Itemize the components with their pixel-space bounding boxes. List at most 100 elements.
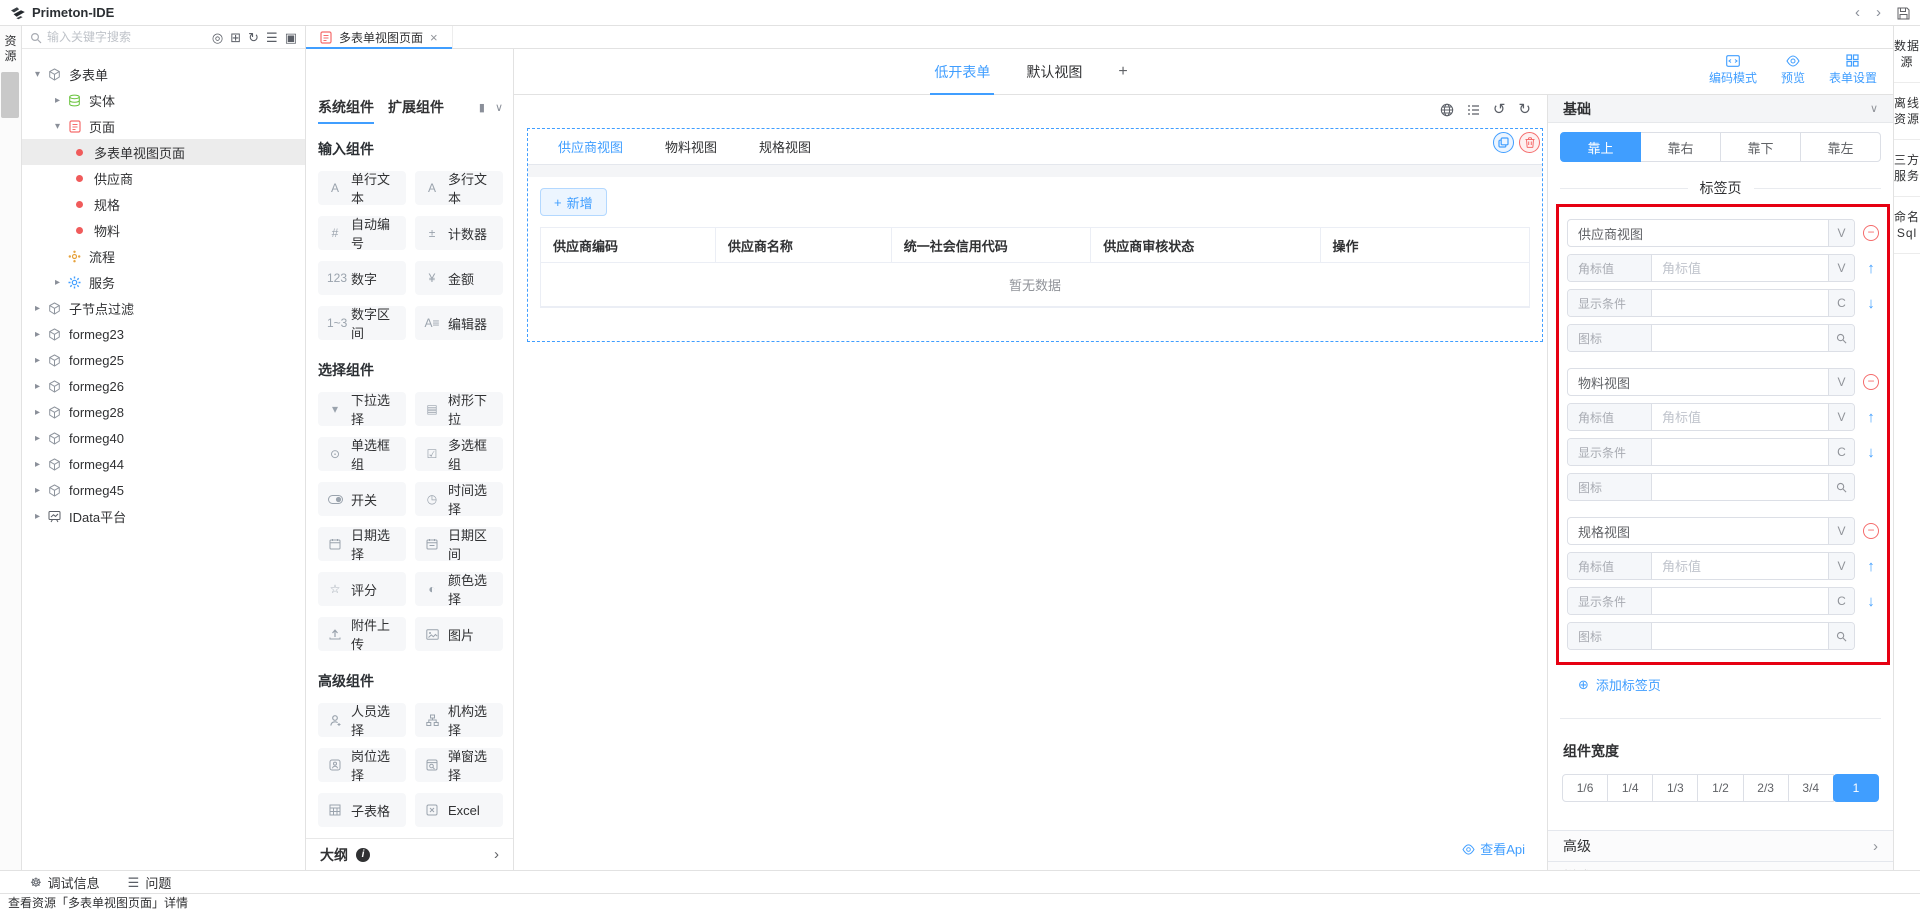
remove-tab-icon[interactable]: − bbox=[1863, 374, 1879, 390]
component-自动编号[interactable]: #自动编号 bbox=[318, 216, 406, 250]
component-机构选择[interactable]: 机构选择 bbox=[415, 703, 503, 737]
move-up-icon[interactable]: ↑ bbox=[1867, 409, 1875, 426]
tree-item-formeg44[interactable]: ▸formeg44 bbox=[22, 451, 305, 477]
tabs-widget-selected[interactable]: 供应商视图物料视图规格视图 + 新增 供应商编码供应商名称统一社会信用代码供应商… bbox=[527, 128, 1543, 342]
field-input[interactable] bbox=[1652, 325, 1828, 351]
field-input[interactable] bbox=[1652, 474, 1828, 500]
icon-search-button[interactable] bbox=[1828, 623, 1854, 649]
pin-icon[interactable]: ▮ bbox=[479, 101, 485, 114]
field-input[interactable] bbox=[1652, 439, 1828, 465]
palette-tab-系统组件[interactable]: 系统组件 bbox=[318, 97, 374, 117]
move-up-icon[interactable]: ↑ bbox=[1867, 260, 1875, 277]
refresh-icon[interactable]: ↻ bbox=[248, 31, 259, 44]
component-计数器[interactable]: ±计数器 bbox=[415, 216, 503, 250]
component-树形下拉[interactable]: ▤树形下拉 bbox=[415, 392, 503, 426]
component-人员选择[interactable]: 人员选择 bbox=[318, 703, 406, 737]
width-option-1/6[interactable]: 1/6 bbox=[1562, 774, 1608, 802]
condition-suffix-button[interactable]: C bbox=[1828, 588, 1854, 614]
field-input[interactable] bbox=[1652, 588, 1828, 614]
move-up-icon[interactable]: ↑ bbox=[1867, 558, 1875, 575]
move-down-icon[interactable]: ↓ bbox=[1867, 444, 1875, 461]
field-input[interactable] bbox=[1652, 290, 1828, 316]
component-评分[interactable]: ☆评分 bbox=[318, 572, 406, 606]
component-颜色选择[interactable]: ◐颜色选择 bbox=[415, 572, 503, 606]
variable-suffix-button[interactable]: V bbox=[1828, 220, 1854, 246]
tree-item-实体[interactable]: ▸实体 bbox=[22, 87, 305, 113]
component-图片[interactable]: 图片 bbox=[415, 617, 503, 651]
condition-suffix-button[interactable]: C bbox=[1828, 439, 1854, 465]
expander-closed-icon[interactable]: ▸ bbox=[30, 303, 45, 314]
field-input[interactable] bbox=[1652, 623, 1828, 649]
component-编辑器[interactable]: A≡编辑器 bbox=[415, 306, 503, 340]
basics-section-header[interactable]: 基础 ∨ bbox=[1548, 95, 1893, 123]
add-view-tab[interactable]: + bbox=[1118, 49, 1127, 95]
expander-closed-icon[interactable]: ▸ bbox=[30, 407, 45, 418]
expander-closed-icon[interactable]: ▸ bbox=[30, 381, 45, 392]
search-input[interactable] bbox=[47, 30, 207, 44]
copy-widget-button[interactable] bbox=[1493, 132, 1514, 153]
component-Excel[interactable]: Excel bbox=[415, 793, 503, 827]
component-多选框组[interactable]: ☑多选框组 bbox=[415, 437, 503, 471]
field-input[interactable] bbox=[1652, 553, 1828, 579]
ai-icon[interactable]: ◎ bbox=[212, 31, 223, 44]
tree-item-多表单视图页面[interactable]: 多表单视图页面 bbox=[22, 139, 305, 165]
tab-position-靠左[interactable]: 靠左 bbox=[1800, 132, 1881, 162]
forward-icon[interactable]: › bbox=[1876, 5, 1881, 20]
bottom-tab-调试信息[interactable]: ☸调试信息 bbox=[30, 873, 100, 892]
expander-closed-icon[interactable]: ▸ bbox=[30, 485, 45, 496]
component-单行文本[interactable]: A单行文本 bbox=[318, 171, 406, 205]
add-tab-link[interactable]: ⊕ 添加标签页 bbox=[1578, 675, 1893, 694]
component-日期选择[interactable]: 日期选择 bbox=[318, 527, 406, 561]
tab-position-靠下[interactable]: 靠下 bbox=[1720, 132, 1801, 162]
expander-open-icon[interactable]: ▾ bbox=[30, 69, 45, 80]
remove-tab-icon[interactable]: − bbox=[1863, 225, 1879, 241]
resources-rail-tab[interactable]: 资源 bbox=[0, 26, 21, 64]
redo-icon[interactable]: ↻ bbox=[1518, 102, 1531, 117]
field-input[interactable] bbox=[1652, 255, 1828, 281]
variable-suffix-button[interactable]: V bbox=[1828, 404, 1854, 430]
width-option-2/3[interactable]: 2/3 bbox=[1743, 774, 1789, 802]
component-开关[interactable]: 开关 bbox=[318, 482, 406, 516]
tree-item-规格[interactable]: 规格 bbox=[22, 191, 305, 217]
condition-suffix-button[interactable]: C bbox=[1828, 290, 1854, 316]
width-option-1/3[interactable]: 1/3 bbox=[1652, 774, 1698, 802]
expander-closed-icon[interactable]: ▸ bbox=[50, 95, 65, 106]
globe-icon[interactable] bbox=[1440, 102, 1454, 117]
tree-item-子节点过滤[interactable]: ▸子节点过滤 bbox=[22, 295, 305, 321]
component-金额[interactable]: ¥金额 bbox=[415, 261, 503, 295]
component-附件上传[interactable]: 附件上传 bbox=[318, 617, 406, 651]
component-子表格[interactable]: 子表格 bbox=[318, 793, 406, 827]
view-tab-默认视图[interactable]: 默认视图 bbox=[1026, 49, 1082, 95]
view-tab-低开表单[interactable]: 低开表单 bbox=[934, 49, 990, 95]
width-option-3/4[interactable]: 3/4 bbox=[1788, 774, 1834, 802]
design-canvas[interactable]: ↺ ↻ 供应商视图物料视图规格视图 + 新增 供应商编码供应商名称统一社会信用代码… bbox=[514, 95, 1548, 870]
component-单选框组[interactable]: ⊙单选框组 bbox=[318, 437, 406, 471]
chevron-down-icon[interactable]: ∨ bbox=[495, 101, 503, 114]
outline-icon[interactable] bbox=[1467, 102, 1480, 117]
action-预览[interactable]: 预览 bbox=[1781, 54, 1805, 86]
save-icon[interactable] bbox=[1897, 5, 1910, 20]
component-日期区间[interactable]: 日期区间 bbox=[415, 527, 503, 561]
tree-item-formeg28[interactable]: ▸formeg28 bbox=[22, 399, 305, 425]
variable-suffix-button[interactable]: V bbox=[1828, 518, 1854, 544]
tab-position-靠上[interactable]: 靠上 bbox=[1560, 132, 1641, 162]
dock-tab-离线资源[interactable]: 离线资源 bbox=[1894, 83, 1920, 140]
tree-item-供应商[interactable]: 供应商 bbox=[22, 165, 305, 191]
component-岗位选择[interactable]: 岗位选择 bbox=[318, 748, 406, 782]
widget-tab-规格视图[interactable]: 规格视图 bbox=[759, 137, 811, 156]
expander-closed-icon[interactable]: ▸ bbox=[30, 511, 45, 522]
undo-icon[interactable]: ↺ bbox=[1493, 102, 1506, 117]
expander-closed-icon[interactable]: ▸ bbox=[30, 433, 45, 444]
dock-tab-数据源[interactable]: 数据源 bbox=[1894, 26, 1920, 83]
icon-search-button[interactable] bbox=[1828, 474, 1854, 500]
add-row-button[interactable]: + 新增 bbox=[540, 188, 607, 216]
variable-suffix-button[interactable]: V bbox=[1828, 369, 1854, 395]
expander-open-icon[interactable]: ▾ bbox=[50, 121, 65, 132]
collapse-icon[interactable]: ☰ bbox=[266, 31, 278, 44]
tree-item-多表单[interactable]: ▾多表单 bbox=[22, 61, 305, 87]
palette-tab-扩展组件[interactable]: 扩展组件 bbox=[388, 97, 444, 117]
expander-closed-icon[interactable]: ▸ bbox=[30, 459, 45, 470]
width-option-1/4[interactable]: 1/4 bbox=[1607, 774, 1653, 802]
tree-item-页面[interactable]: ▾页面 bbox=[22, 113, 305, 139]
tree-item-formeg45[interactable]: ▸formeg45 bbox=[22, 477, 305, 503]
